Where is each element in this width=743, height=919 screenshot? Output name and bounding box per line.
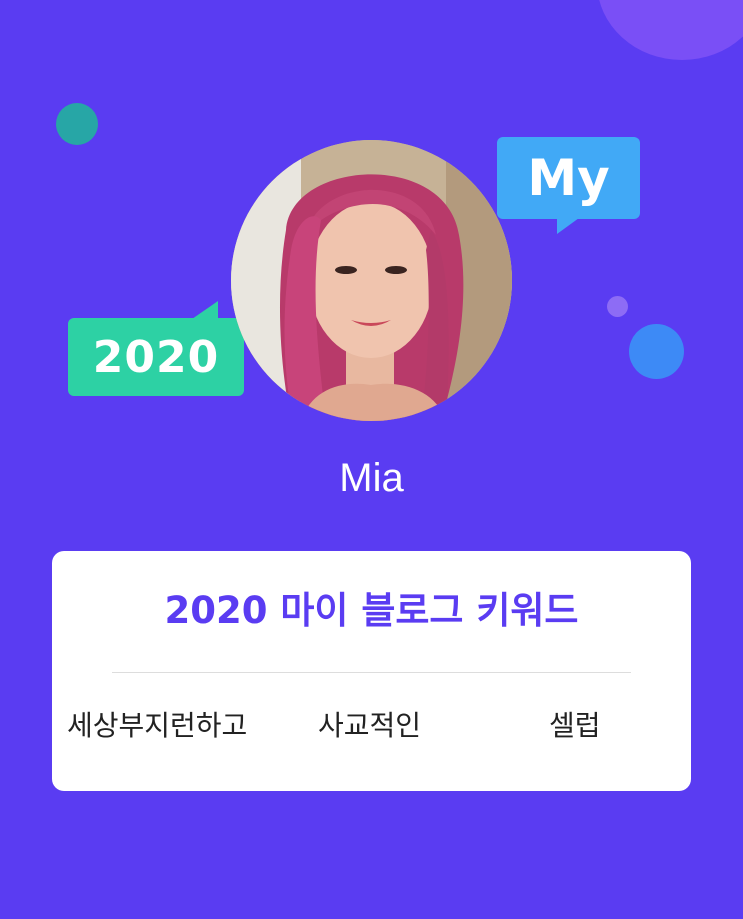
card-title: 2020 마이 블로그 키워드 — [164, 589, 579, 632]
my-badge-label: My — [527, 149, 610, 207]
blog-keyword-screen: My 2020 Mia 2020 마이 블로그 키워드 세상부지런하고 사교적인… — [0, 0, 743, 919]
avatar[interactable] — [231, 140, 512, 421]
decorative-circle — [56, 103, 98, 145]
avatar-photo — [231, 140, 512, 421]
keyword-item: 셀럽 — [549, 709, 601, 742]
decorative-circle — [597, 0, 743, 60]
profile-name: Mia — [339, 456, 404, 500]
year-speech-bubble: 2020 — [68, 301, 244, 396]
year-badge-label: 2020 — [92, 331, 220, 383]
speech-bubble-tail — [192, 301, 218, 319]
keyword-card: 2020 마이 블로그 키워드 세상부지런하고 사교적인 셀럽 — [52, 551, 691, 791]
divider — [112, 672, 631, 673]
keyword-item: 세상부지런하고 — [67, 709, 248, 742]
decorative-circle — [607, 296, 628, 317]
my-speech-bubble: My — [497, 137, 640, 234]
speech-bubble-tail — [557, 218, 579, 234]
keyword-item: 사교적인 — [318, 709, 422, 742]
decorative-circle — [629, 324, 684, 379]
